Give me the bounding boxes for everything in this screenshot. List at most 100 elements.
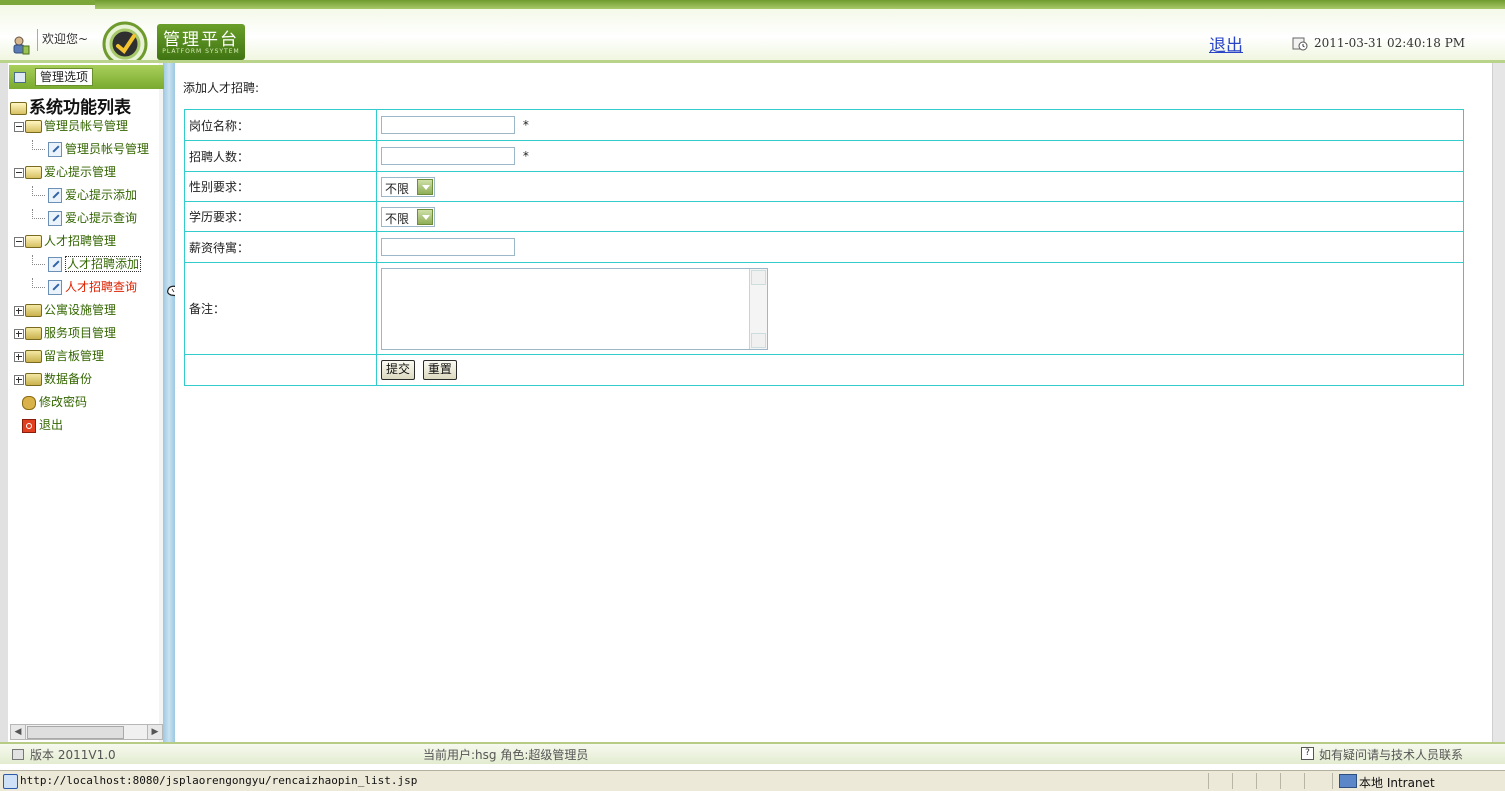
chevron-down-icon[interactable] — [417, 178, 433, 195]
tree-leaf-logout[interactable]: 退出 — [22, 416, 63, 434]
page-icon — [3, 774, 18, 789]
recruit-count-input[interactable] — [381, 147, 515, 165]
position-name-input[interactable] — [381, 116, 515, 134]
scroll-right-icon[interactable]: ▶ — [147, 725, 162, 739]
sidebar-horizontal-scrollbar[interactable]: ◀ ▶ — [10, 724, 163, 740]
help-icon: ? — [1301, 747, 1314, 760]
tree-leaf-label: 人才招聘添加 — [65, 256, 142, 272]
scroll-down-icon[interactable] — [751, 332, 766, 348]
status-url: http://localhost:8080/jsplaorengongyu/re… — [20, 774, 418, 787]
education-cell: 不限 — [376, 201, 1464, 232]
form-row-actions: 提交 重置 — [184, 354, 1464, 386]
key-icon — [22, 395, 36, 410]
security-zone-text: 本地 Intranet — [1359, 776, 1435, 790]
scroll-up-icon[interactable] — [751, 269, 766, 285]
scroll-thumb[interactable] — [27, 726, 124, 739]
gender-select[interactable]: 不限 — [381, 176, 435, 197]
folder-open-icon — [25, 166, 42, 179]
tree-leaf-admin-account-manage[interactable]: 管理员帐号管理 — [32, 140, 149, 158]
tree-node-label: 爱心提示管理 — [44, 165, 117, 179]
user-icon — [13, 36, 30, 55]
form-row-gender: 性别要求： 不限 — [184, 171, 1464, 202]
folder-open-icon — [25, 120, 42, 133]
gender-cell: 不限 — [376, 171, 1464, 202]
edit-page-icon — [48, 188, 62, 203]
count-label: 招聘人数： — [184, 140, 377, 172]
tree-connector — [32, 140, 45, 150]
help-text: 如有疑问请与技术人员联系 — [1319, 748, 1464, 762]
status-divider — [1232, 773, 1233, 789]
form-row-remark: 备注： — [184, 262, 1464, 355]
salary-cell — [376, 231, 1464, 263]
tree-leaf-care-tips-query[interactable]: 爱心提示查询 — [32, 209, 137, 227]
page-title: 添加人才招聘: — [183, 81, 260, 95]
remark-textarea[interactable] — [381, 267, 768, 350]
position-label: 岗位名称： — [184, 109, 377, 141]
edit-page-icon — [48, 280, 62, 295]
tree-leaf-care-tips-add[interactable]: 爱心提示添加 — [32, 186, 137, 204]
form-row-position: 岗位名称： * — [184, 109, 1464, 141]
folder-icon — [25, 373, 42, 386]
reset-button[interactable]: 重置 — [422, 360, 457, 380]
expand-icon[interactable] — [14, 351, 24, 362]
tree-node-label: 公寓设施管理 — [44, 303, 117, 317]
tree-node-data-backup[interactable]: 数据备份 — [14, 370, 92, 388]
tree-leaf-label: 人才招聘查询 — [65, 280, 138, 294]
tree-node-recruitment[interactable]: 人才招聘管理 — [14, 232, 116, 250]
collapse-icon[interactable] — [14, 167, 24, 178]
gender-label: 性别要求： — [184, 171, 377, 202]
header-top-stripe — [95, 0, 1505, 9]
required-mark: * — [522, 148, 529, 163]
gender-select-value: 不限 — [385, 181, 410, 196]
recruitment-form: 岗位名称： * 招聘人数： * 性别要求： 不限 学历要求： 不限 薪资待寓： … — [184, 109, 1464, 386]
status-divider — [1256, 773, 1257, 789]
submit-button[interactable]: 提交 — [381, 360, 416, 380]
status-divider — [1280, 773, 1281, 789]
expand-icon[interactable] — [14, 305, 24, 316]
tree-leaf-change-password[interactable]: 修改密码 — [22, 393, 87, 411]
textarea-scrollbar[interactable] — [749, 268, 767, 349]
tree-node-label: 服务项目管理 — [44, 326, 117, 340]
vertical-scrollbar[interactable] — [1492, 63, 1505, 742]
expand-icon[interactable] — [14, 374, 24, 385]
tree-node-message-board[interactable]: 留言板管理 — [14, 347, 104, 365]
brand-subtitle: PLATFORM SYSYTEM — [162, 48, 240, 55]
tree-leaf-label: 管理员帐号管理 — [65, 142, 150, 156]
tree-node-label: 数据备份 — [44, 372, 93, 386]
scroll-left-icon[interactable]: ◀ — [11, 725, 26, 739]
tree-node-care-tips[interactable]: 爱心提示管理 — [14, 163, 116, 181]
tree-leaf-recruitment-query[interactable]: 人才招聘查询 — [32, 278, 137, 296]
logout-link[interactable]: 退出 — [1209, 31, 1243, 56]
tree-leaf-label: 爱心提示查询 — [65, 211, 138, 225]
sidebar-splitter[interactable] — [163, 63, 175, 742]
sidebar: 管理选项 系统功能列表 管理员帐号管理 管理员帐号管理 爱心提示管理 爱心提示添… — [0, 63, 175, 742]
manage-options-tab[interactable]: 管理选项 — [9, 65, 164, 89]
remark-label: 备注： — [184, 262, 377, 355]
tree-node-apartment-facilities[interactable]: 公寓设施管理 — [14, 301, 116, 319]
collapse-icon[interactable] — [14, 121, 24, 132]
collapse-icon[interactable] — [14, 236, 24, 247]
status-divider — [1208, 773, 1209, 789]
tree-node-service-items[interactable]: 服务项目管理 — [14, 324, 116, 342]
header-datetime: 2011-03-31 02:40:18 PM — [1314, 36, 1466, 50]
actions-cell: 提交 重置 — [376, 354, 1464, 386]
expand-icon[interactable] — [14, 328, 24, 339]
welcome-text: 欢迎您~ — [42, 32, 89, 46]
main-content: 添加人才招聘: 岗位名称： * 招聘人数： * 性别要求： 不限 学历要求： 不… — [175, 63, 1505, 742]
form-row-count: 招聘人数： * — [184, 140, 1464, 172]
actions-empty-cell — [184, 354, 377, 386]
clock-icon — [1292, 37, 1308, 51]
chevron-down-icon[interactable] — [417, 208, 433, 225]
salary-input[interactable] — [381, 238, 515, 256]
tree-node-admin-account[interactable]: 管理员帐号管理 — [14, 117, 128, 135]
folder-icon — [25, 327, 42, 340]
tree-node-label: 留言板管理 — [44, 349, 105, 363]
tree-leaf-recruitment-add[interactable]: 人才招聘添加 — [32, 255, 142, 273]
tree-connector — [32, 186, 45, 196]
education-select[interactable]: 不限 — [381, 206, 435, 227]
form-row-education: 学历要求： 不限 — [184, 201, 1464, 232]
manage-options-label: 管理选项 — [35, 68, 94, 86]
top-header: 欢迎您~ 管理平台 PLATFORM SYSYTEM 退出 2011-03-31… — [0, 0, 1505, 67]
salary-label: 薪资待寓： — [184, 231, 377, 263]
folder-icon — [25, 350, 42, 363]
